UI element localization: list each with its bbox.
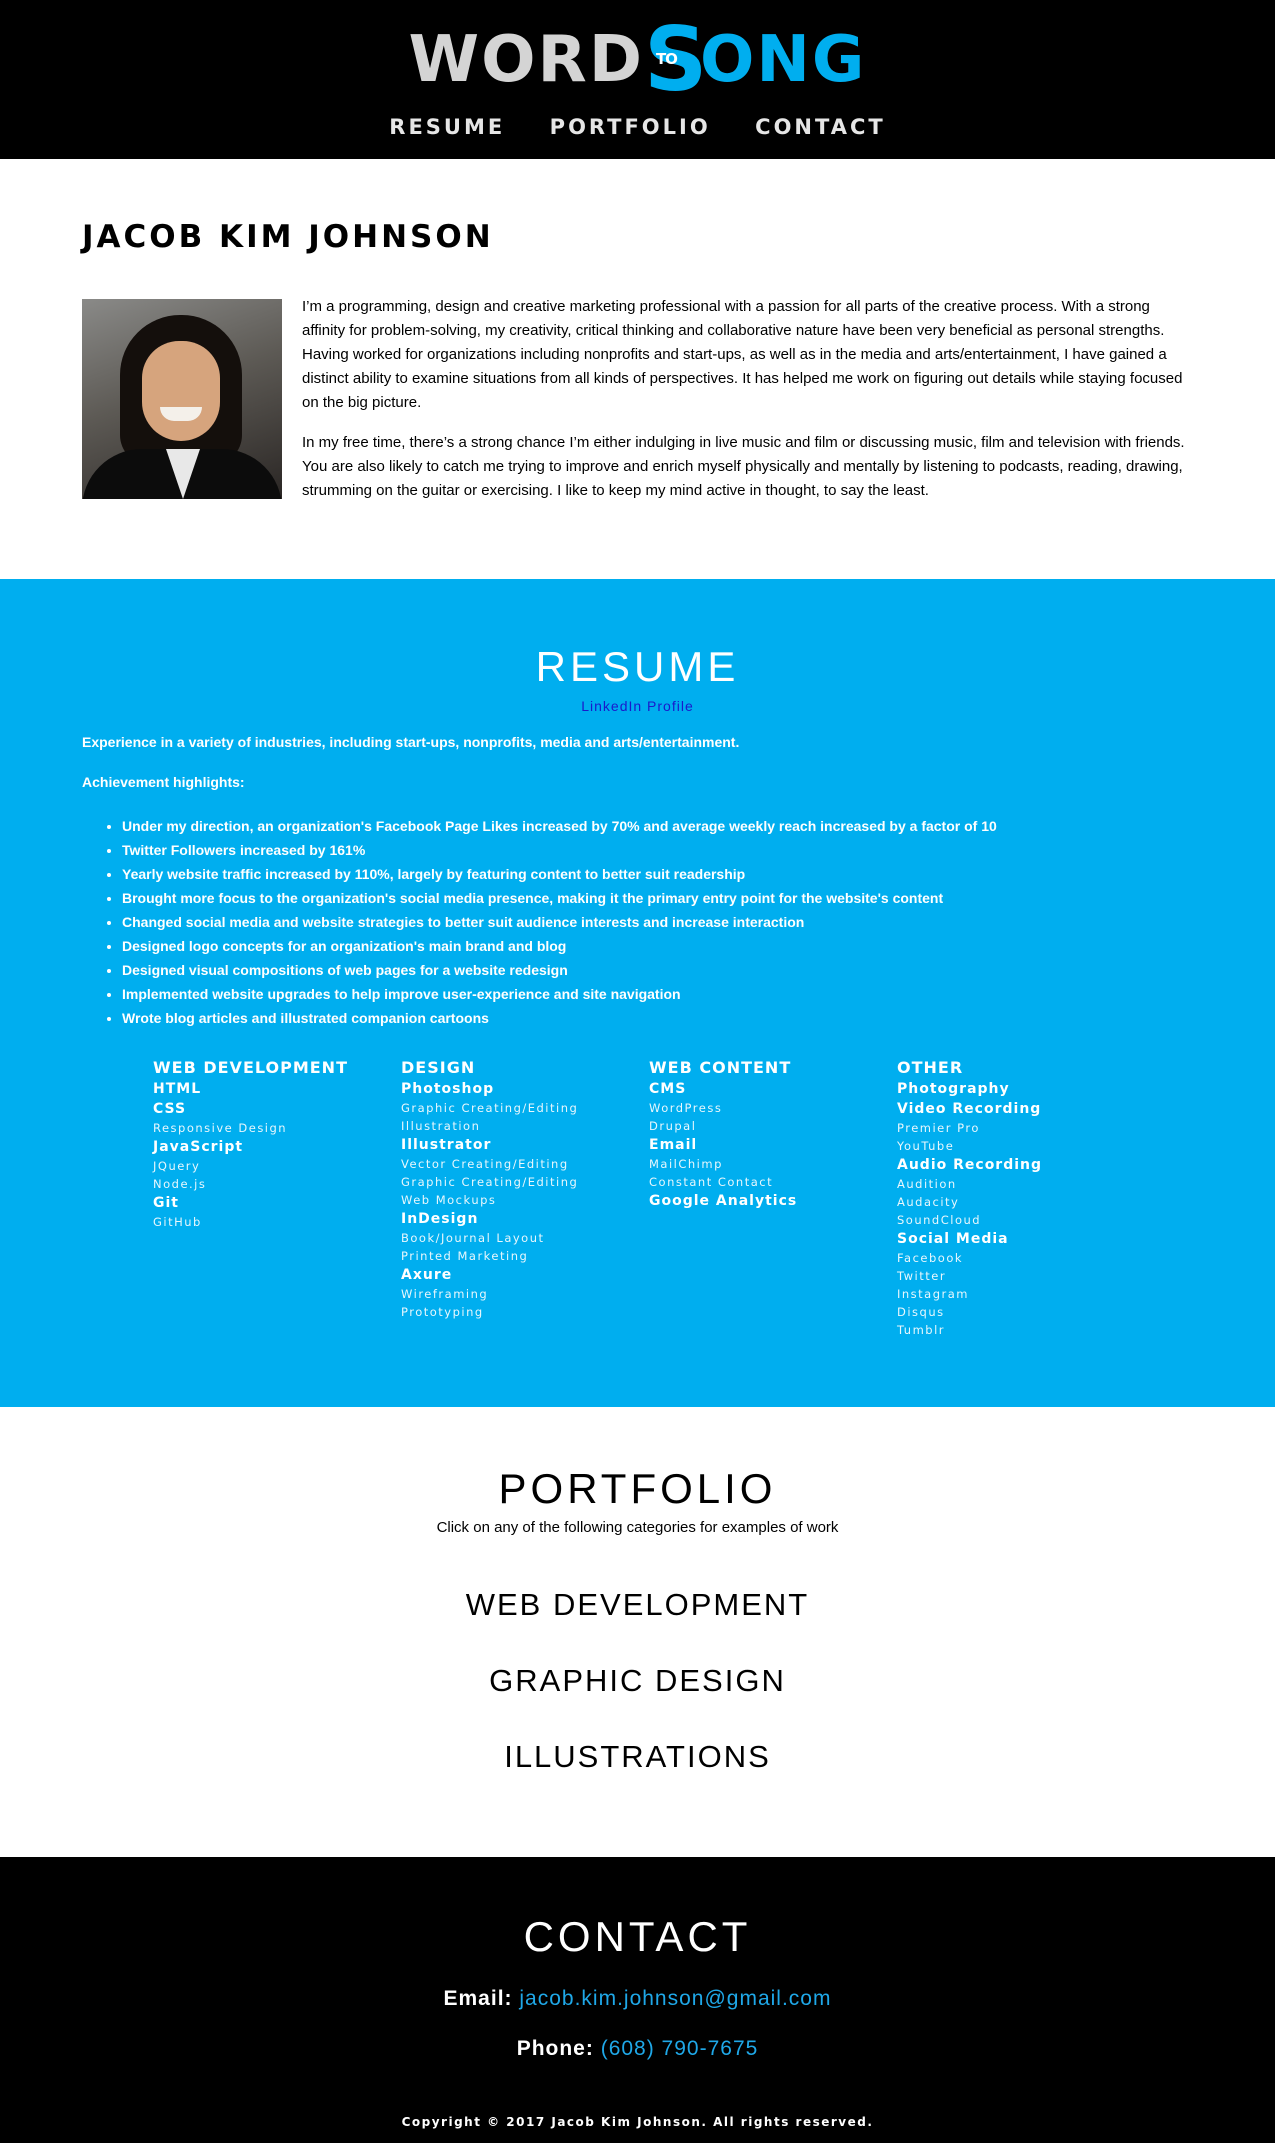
phone-label: Phone: bbox=[516, 2037, 594, 2060]
highlight-item: Changed social media and website strateg… bbox=[122, 910, 997, 934]
skill-detail: Graphic Creating/Editing bbox=[401, 1175, 579, 1189]
skills-column-design: DESIGN Photoshop Graphic Creating/Editin… bbox=[401, 1057, 641, 1321]
resume-intro: Experience in a variety of industries, i… bbox=[82, 734, 740, 750]
skill-detail: JQuery bbox=[153, 1159, 201, 1173]
skills-column-title: OTHER bbox=[897, 1058, 964, 1077]
skill-name: CMS bbox=[649, 1081, 687, 1097]
logo-s: S TO bbox=[644, 16, 707, 104]
contact-title: CONTACT bbox=[523, 1913, 752, 1960]
site-header: WORDS TO ONG RESUME PORTFOLIO CONTACT bbox=[0, 0, 1275, 159]
skill-detail: Audacity bbox=[897, 1195, 960, 1209]
skill-detail: MailChimp bbox=[649, 1157, 723, 1171]
contact-email-row: Email: jacob.kim.johnson@gmail.com bbox=[0, 1987, 1275, 2011]
skill-name: Email bbox=[649, 1137, 698, 1153]
skill-detail: Drupal bbox=[649, 1119, 697, 1133]
skill-detail: Facebook bbox=[897, 1251, 964, 1265]
skills-column-title: WEB DEVELOPMENT bbox=[153, 1058, 348, 1077]
skill-name: Photoshop bbox=[401, 1081, 495, 1097]
logo-word-1: WORD bbox=[408, 23, 644, 97]
about-paragraph: I’m a programming, design and creative m… bbox=[302, 298, 1183, 411]
skill-detail: Disqus bbox=[897, 1305, 945, 1319]
skill-name: Google Analytics bbox=[649, 1193, 798, 1209]
highlights-list: Under my direction, an organization's Fa… bbox=[122, 814, 997, 1030]
skills-column-web-development: WEB DEVELOPMENT HTML CSS Responsive Desi… bbox=[153, 1057, 393, 1231]
skill-detail: SoundCloud bbox=[897, 1213, 982, 1227]
portfolio-category-graphic-design[interactable]: GRAPHIC DESIGN bbox=[0, 1663, 1275, 1699]
highlight-item: Designed logo concepts for an organizati… bbox=[122, 934, 997, 958]
skills-column-other: OTHER Photography Video Recording Premie… bbox=[897, 1057, 1137, 1339]
highlight-item: Yearly website traffic increased by 110%… bbox=[122, 862, 997, 886]
site-logo[interactable]: WORDS TO ONG bbox=[0, 16, 1275, 104]
profile-photo bbox=[82, 299, 282, 499]
nav-contact[interactable]: CONTACT bbox=[755, 112, 886, 142]
resume-title: RESUME bbox=[535, 643, 740, 690]
skill-name: CSS bbox=[153, 1101, 187, 1117]
skill-detail: Graphic Creating/Editing bbox=[401, 1101, 579, 1115]
skill-detail: Twitter bbox=[897, 1269, 947, 1283]
nav-portfolio[interactable]: PORTFOLIO bbox=[550, 112, 711, 142]
highlight-item: Twitter Followers increased by 161% bbox=[122, 838, 997, 862]
skill-detail: Tumblr bbox=[897, 1323, 945, 1337]
skill-detail: Vector Creating/Editing bbox=[401, 1157, 569, 1171]
skill-name: Git bbox=[153, 1195, 179, 1211]
skill-name: Social Media bbox=[897, 1231, 1009, 1247]
logo-to: TO bbox=[655, 50, 678, 68]
contact-section: CONTACT Email: jacob.kim.johnson@gmail.c… bbox=[0, 1857, 1275, 2143]
profile-name: JACOB KIM JOHNSON bbox=[82, 219, 494, 255]
skill-name: Axure bbox=[401, 1267, 453, 1283]
highlight-item: Wrote blog articles and illustrated comp… bbox=[122, 1006, 997, 1030]
portfolio-category-illustrations[interactable]: ILLUSTRATIONS bbox=[0, 1739, 1275, 1775]
skill-detail: Audition bbox=[897, 1177, 957, 1191]
linkedin-profile-link[interactable]: LinkedIn Profile bbox=[0, 698, 1275, 714]
skill-detail: Prototyping bbox=[401, 1305, 484, 1319]
phone-link[interactable]: (608) 790-7675 bbox=[601, 2037, 759, 2060]
copyright-text: Copyright © 2017 Jacob Kim Johnson. All … bbox=[401, 2115, 874, 2129]
skill-detail: Web Mockups bbox=[401, 1193, 497, 1207]
skill-detail: Premier Pro bbox=[897, 1121, 980, 1135]
skills-column-title: WEB CONTENT bbox=[649, 1058, 792, 1077]
contact-phone-row: Phone: (608) 790-7675 bbox=[0, 2037, 1275, 2061]
skill-detail: Instagram bbox=[897, 1287, 970, 1301]
highlight-item: Designed visual compositions of web page… bbox=[122, 958, 997, 982]
skill-detail: Printed Marketing bbox=[401, 1249, 529, 1263]
skill-detail: GitHub bbox=[153, 1215, 202, 1229]
about-section: JACOB KIM JOHNSON I’m a programming, des… bbox=[0, 159, 1275, 579]
portfolio-subtitle: Click on any of the following categories… bbox=[436, 1519, 839, 1536]
skill-detail: WordPress bbox=[649, 1101, 723, 1115]
skill-name: Photography bbox=[897, 1081, 1010, 1097]
about-paragraph: In my free time, there’s a strong chance… bbox=[302, 434, 1185, 499]
skill-name: Illustrator bbox=[401, 1137, 492, 1153]
portfolio-section: PORTFOLIO Click on any of the following … bbox=[0, 1407, 1275, 1857]
nav-resume[interactable]: RESUME bbox=[389, 112, 505, 142]
skill-detail: Responsive Design bbox=[153, 1121, 288, 1135]
logo-word-2: ONG bbox=[699, 23, 867, 97]
highlight-item: Implemented website upgrades to help imp… bbox=[122, 982, 997, 1006]
highlights-title: Achievement highlights: bbox=[82, 774, 245, 790]
skill-detail: YouTube bbox=[897, 1139, 955, 1153]
resume-section: RESUME LinkedIn Profile Experience in a … bbox=[0, 579, 1275, 1407]
skill-name: HTML bbox=[153, 1081, 202, 1097]
skill-name: Audio Recording bbox=[897, 1157, 1043, 1173]
main-nav: RESUME PORTFOLIO CONTACT bbox=[0, 112, 1275, 142]
skills-column-web-content: WEB CONTENT CMS WordPress Drupal Email M… bbox=[649, 1057, 889, 1211]
about-text: I’m a programming, design and creative m… bbox=[302, 295, 1192, 519]
skill-detail: Node.js bbox=[153, 1177, 207, 1191]
highlight-item: Brought more focus to the organization's… bbox=[122, 886, 997, 910]
portfolio-category-web-development[interactable]: WEB DEVELOPMENT bbox=[0, 1587, 1275, 1623]
skill-name: JavaScript bbox=[153, 1139, 244, 1155]
highlight-item: Under my direction, an organization's Fa… bbox=[122, 814, 997, 838]
skill-detail: Illustration bbox=[401, 1119, 481, 1133]
portfolio-title: PORTFOLIO bbox=[498, 1465, 777, 1512]
skill-name: InDesign bbox=[401, 1211, 479, 1227]
photo-face bbox=[142, 341, 220, 441]
skill-detail: Constant Contact bbox=[649, 1175, 774, 1189]
skill-detail: Wireframing bbox=[401, 1287, 489, 1301]
skill-name: Video Recording bbox=[897, 1101, 1042, 1117]
email-label: Email: bbox=[443, 1987, 513, 2010]
email-link[interactable]: jacob.kim.johnson@gmail.com bbox=[519, 1987, 831, 2010]
skill-detail: Book/Journal Layout bbox=[401, 1231, 545, 1245]
skills-column-title: DESIGN bbox=[401, 1058, 476, 1077]
